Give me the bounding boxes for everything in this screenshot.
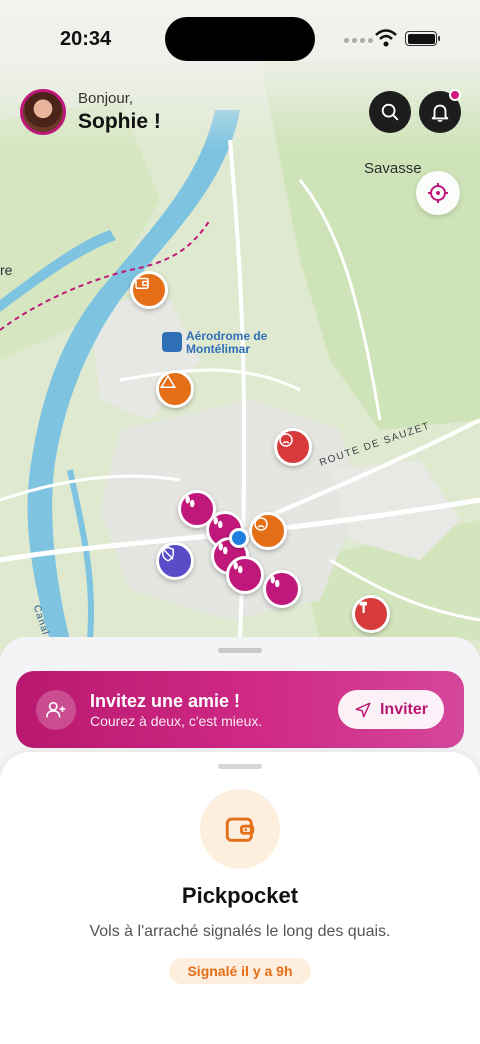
invite-button[interactable]: Inviter [338,690,444,729]
send-icon [355,702,371,717]
warning-icon [159,374,177,388]
map-label-savasse: Savasse [364,160,422,177]
invite-subtitle: Courez à deux, c'est mieux. [90,713,263,729]
dynamic-island [165,17,315,61]
incident-description: Vols à l'arraché signalés le long des qu… [89,923,391,940]
sheet-handle[interactable] [218,648,262,653]
airport-icon [162,332,182,352]
map-label-re: re [0,262,13,278]
wallet-icon [135,277,149,289]
greeting-text: Bonjour, [78,90,134,107]
reported-time-badge: Signalé il y a 9h [169,958,311,984]
footsteps-icon [213,517,223,529]
sad-face-icon [254,517,268,531]
footsteps-icon [270,576,280,588]
invite-button-label: Inviter [379,700,428,718]
hammer-icon [359,601,367,613]
incident-sheet-handle[interactable] [218,764,262,769]
status-bar: 20:34 [0,0,480,78]
pin-pickpocket[interactable] [130,271,168,309]
incident-title: Pickpocket [181,883,299,908]
pin-shield[interactable] [156,542,194,580]
pin-footsteps[interactable] [226,556,264,594]
pin-angry[interactable] [274,428,312,466]
battery-icon [405,31,440,46]
footsteps-icon [185,496,195,508]
add-user-icon [46,701,66,718]
status-time: 20:34 [60,28,112,50]
map-label-aerodrome: Aérodrome de Montélimar [186,330,267,356]
pin-hammer[interactable] [352,595,390,633]
search-button[interactable] [369,91,411,133]
footsteps-icon [233,562,243,574]
crosshair-icon [428,183,448,203]
user-location-dot [229,528,249,548]
incident-icon-wrap [200,789,280,869]
avatar[interactable] [20,89,66,135]
invite-friend-icon-wrap [36,690,76,730]
angry-face-icon [279,433,293,447]
cellular-signal-icon [344,38,373,43]
user-name: Sophie ! [78,110,161,133]
bell-icon [431,104,449,122]
notification-badge [449,89,461,101]
pin-footsteps[interactable] [263,570,301,608]
wallet-icon [225,817,255,842]
shield-off-icon [162,546,174,562]
search-icon [381,103,399,121]
locate-me-button[interactable] [416,171,460,215]
wifi-icon [375,29,397,47]
map-label-aerodrome-line2: Montélimar [186,342,251,356]
pin-sad[interactable] [249,512,287,550]
invite-title: Invitez une amie ! [90,691,241,711]
pin-warning[interactable] [156,370,194,408]
